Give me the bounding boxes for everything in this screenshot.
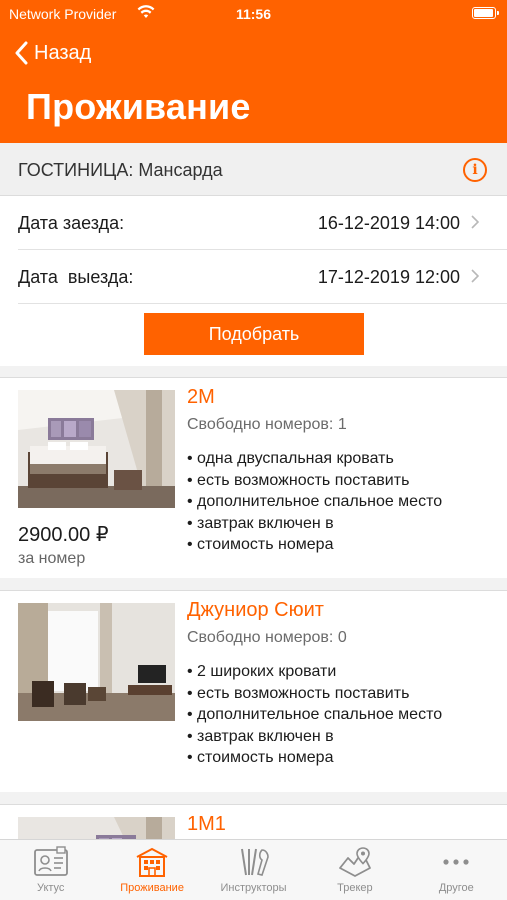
chevron-right-icon [471, 215, 480, 234]
feature-item: дополнительное спальное место [187, 491, 477, 513]
room-name: 2М [187, 386, 215, 408]
back-button[interactable]: Назад [14, 38, 91, 68]
chevron-left-icon [14, 41, 28, 65]
feature-item: есть возможность поставить [187, 470, 477, 492]
tab-tracker[interactable]: Трекер [304, 840, 405, 900]
hotel-header: ГОСТИНИЦА: Мансарда i [0, 143, 507, 196]
tab-accommodation[interactable]: Проживание [101, 840, 202, 900]
clock: 11:56 [235, 6, 272, 22]
rooms-available: Свободно номеров: 1 [187, 416, 347, 433]
room-photo [18, 603, 175, 721]
page-title: Проживание [26, 86, 251, 127]
room-photo [18, 390, 175, 508]
checkout-label: Дата выезда: [18, 267, 134, 287]
feature-item: одна двуспальная кровать [187, 448, 477, 470]
hotel-name: ГОСТИНИЦА: Мансарда [18, 160, 223, 180]
room-card[interactable]: 2900.00 ₽ за номер 2М Свободно номеров: … [0, 377, 507, 578]
checkin-value: 16-12-2019 14:00 [317, 213, 460, 233]
feature-item: завтрак включен в [187, 726, 477, 748]
status-bar: Network Provider 11:56 [0, 0, 507, 28]
navigation-header: Назад Проживание [0, 28, 507, 143]
room-features: одна двуспальная кровать есть возможност… [187, 448, 477, 556]
rooms-available: Свободно номеров: 0 [187, 629, 347, 646]
info-icon[interactable]: i [463, 158, 487, 182]
tab-more[interactable]: Другое [406, 840, 507, 900]
tab-label: Уктус [36, 882, 65, 894]
tab-label: Проживание [120, 882, 184, 894]
feature-item: завтрак включен в [187, 513, 477, 535]
room-name: 1М1 [187, 813, 226, 835]
select-button[interactable]: Подобрать [144, 313, 364, 355]
room-name: Джуниор Сюит [187, 599, 324, 621]
tab-label: Трекер [337, 882, 373, 894]
price-unit: за номер [18, 550, 86, 567]
feature-item: стоимость номера [187, 747, 477, 769]
checkout-row[interactable]: Дата выезда: 17-12-2019 12:00 [18, 250, 507, 304]
checkin-label: Дата заезда: [18, 213, 125, 233]
room-card[interactable]: Джуниор Сюит Свободно номеров: 0 2 широк… [0, 590, 507, 792]
tab-label: Инструкторы [220, 882, 287, 894]
checkout-value: 17-12-2019 12:00 [317, 267, 460, 287]
battery-icon [472, 7, 499, 19]
room-price: 2900.00 ₽ [18, 524, 109, 546]
tab-instructors[interactable]: Инструкторы [203, 840, 304, 900]
feature-item: 2 широких кровати [187, 661, 477, 683]
feature-item: дополнительное спальное место [187, 704, 477, 726]
checkin-row[interactable]: Дата заезда: 16-12-2019 14:00 [18, 196, 507, 250]
chevron-right-icon [471, 269, 480, 288]
tab-uktus[interactable]: Уктус [0, 840, 101, 900]
back-label: Назад [34, 41, 92, 64]
room-features: 2 широких кровати есть возможность поста… [187, 661, 477, 769]
tab-label: Другое [438, 882, 474, 894]
tab-bar: Уктус Проживание Инструкторы Трекер Друг… [0, 839, 507, 900]
date-selection: Дата заезда: 16-12-2019 14:00 Дата выезд… [0, 196, 507, 366]
feature-item: есть возможность поставить [187, 683, 477, 705]
feature-item: стоимость номера [187, 534, 477, 556]
